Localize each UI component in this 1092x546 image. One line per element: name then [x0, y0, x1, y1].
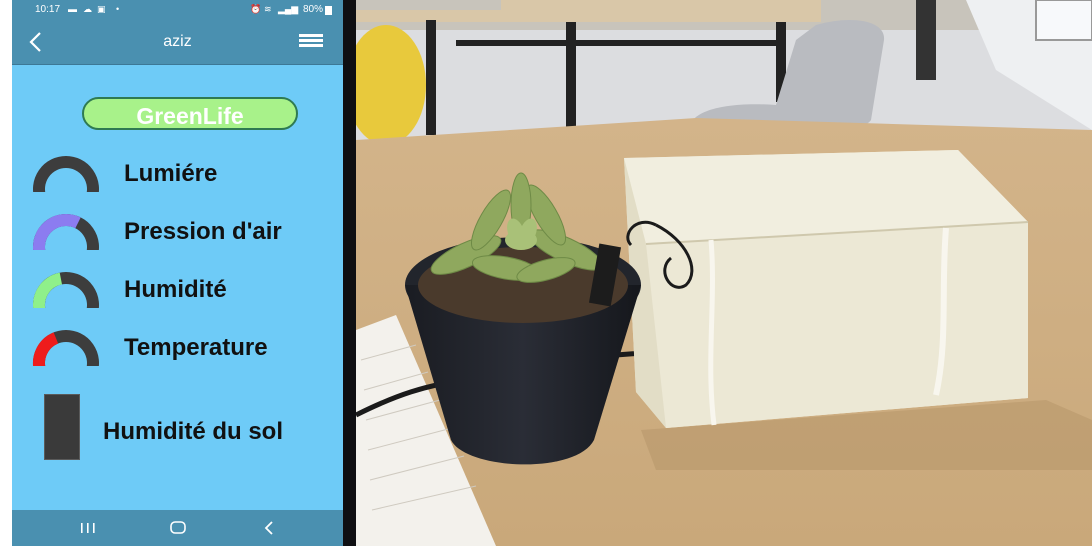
sensor-label-air-pressure: Pression d'air — [124, 218, 282, 245]
app-bar: aziz — [12, 20, 343, 65]
home-icon[interactable] — [166, 517, 190, 539]
recent-apps-icon[interactable] — [76, 517, 100, 539]
sensor-row-light: Lumiére — [12, 152, 343, 196]
status-time: 10:17 — [35, 4, 61, 15]
humidity-gauge-icon — [33, 272, 99, 308]
wifi-icon: ≋ — [264, 4, 272, 14]
soil-moisture-label: Humidité du sol — [103, 418, 283, 445]
sensor-row-humidity: Humidité — [12, 268, 343, 312]
sensor-row-temperature: Temperature — [12, 326, 343, 370]
sensor-row-air-pressure: Pression d'air — [12, 210, 343, 254]
status-battery: 80% — [302, 4, 323, 15]
gauge-fill — [33, 214, 81, 250]
gauge-fill — [33, 332, 59, 366]
alarm-icon: ⏰ — [250, 4, 262, 14]
app-icon: ▣ — [97, 4, 106, 14]
hamburger-menu-icon — [299, 34, 323, 37]
system-nav-bar — [12, 510, 343, 546]
app-title: aziz — [163, 33, 192, 50]
temperature-gauge-icon — [33, 330, 99, 366]
menu-line — [299, 44, 323, 47]
app-screen: 10:17 ▬ ☁ ▣ • ⏰ ≋ ▂▄▆ 80% aziz GreenLife… — [12, 0, 343, 546]
image-icon: ▬ — [68, 4, 77, 14]
soil-moisture-bar — [44, 394, 80, 460]
status-bar: 10:17 ▬ ☁ ▣ • ⏰ ≋ ▂▄▆ 80% — [12, 0, 343, 20]
phone-screenshot: 10:17 ▬ ☁ ▣ • ⏰ ≋ ▂▄▆ 80% aziz GreenLife… — [0, 0, 356, 546]
air-pressure-gauge-icon — [33, 214, 99, 250]
menu-button[interactable] — [299, 34, 325, 50]
signal-icon: ▂▄▆ — [278, 4, 299, 14]
sensor-label-light: Lumiére — [124, 160, 218, 187]
sensor-label-humidity: Humidité — [124, 276, 227, 303]
gauge-track — [33, 156, 99, 192]
sensor-label-temperature: Temperature — [124, 334, 268, 361]
brand-pill[interactable]: GreenLife — [82, 97, 298, 130]
photo-scene — [356, 0, 1092, 546]
battery-icon — [325, 6, 332, 15]
phone-bezel — [343, 0, 356, 546]
back-icon[interactable] — [258, 517, 282, 539]
menu-line — [299, 39, 323, 42]
cloud-icon: ☁ — [83, 4, 92, 14]
dot-icon: • — [116, 4, 120, 14]
light-gauge-icon — [33, 156, 99, 192]
device-photo — [356, 0, 1092, 546]
gauge-fill — [33, 272, 63, 308]
